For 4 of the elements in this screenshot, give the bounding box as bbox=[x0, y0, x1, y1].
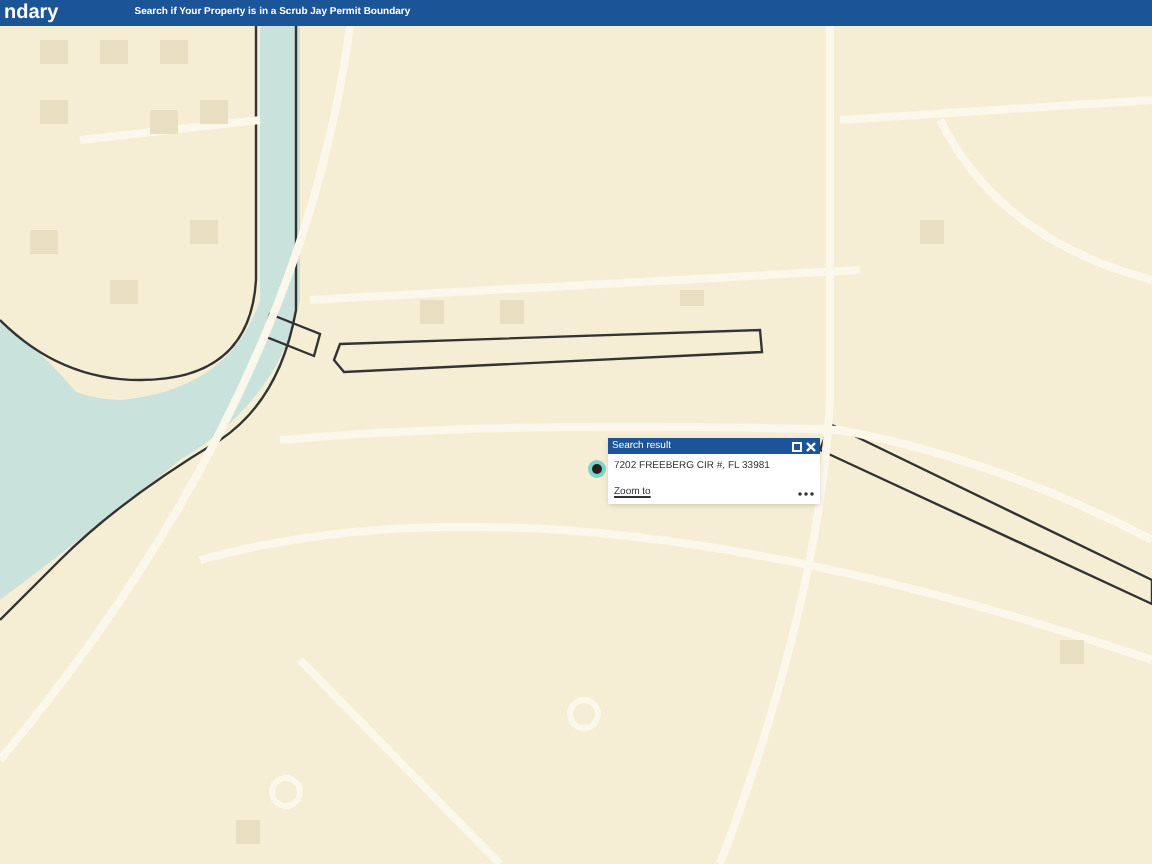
close-icon[interactable] bbox=[806, 441, 816, 451]
location-marker-icon bbox=[592, 464, 602, 474]
maximize-icon[interactable] bbox=[792, 441, 802, 451]
app-title: ndary bbox=[4, 3, 59, 23]
